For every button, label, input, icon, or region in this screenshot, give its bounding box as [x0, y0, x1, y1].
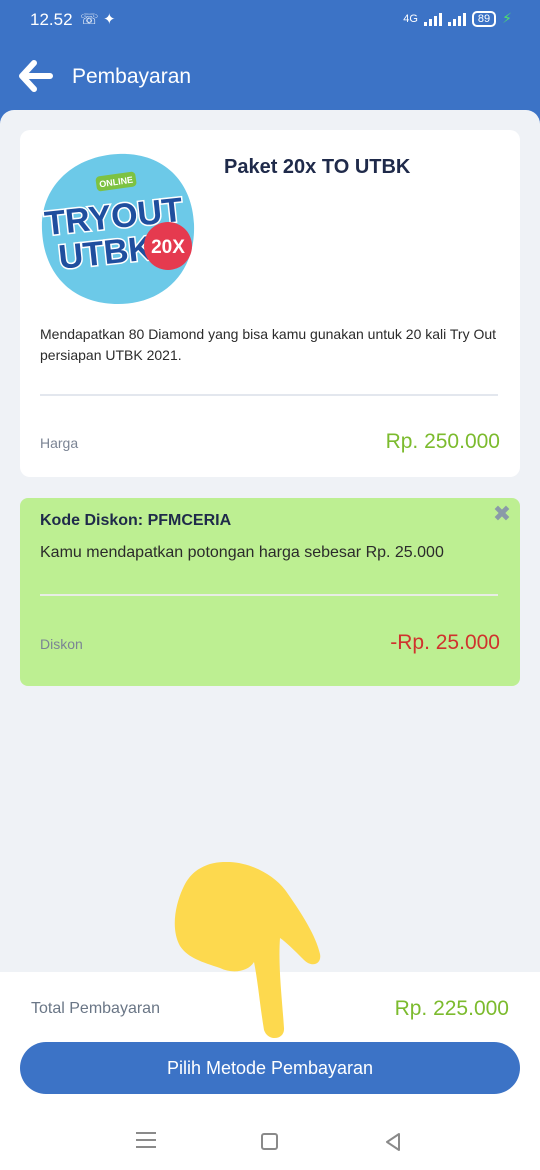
twitter-icon: ✦: [102, 11, 116, 28]
divider: [40, 594, 498, 596]
signal-icon: [423, 12, 442, 26]
app-bar: Pembayaran: [0, 40, 540, 112]
discount-label: Diskon: [40, 636, 83, 652]
close-icon[interactable]: ✖: [490, 502, 514, 526]
home-icon[interactable]: [261, 1133, 278, 1150]
charging-icon: ⚡: [502, 10, 512, 26]
system-nav-bar: [0, 1118, 540, 1170]
total-label: Total Pembayaran: [31, 1000, 160, 1017]
content-area: ONLINE TRYOUT UTBK 20X Paket 20x TO UTBK…: [0, 110, 540, 972]
pointing-hand-icon: [174, 862, 321, 1038]
discount-code-title: Kode Diskon: PFMCERIA: [40, 512, 232, 529]
tryout-logo: ONLINE TRYOUT UTBK 20X: [41, 153, 195, 304]
back-triangle-icon[interactable]: [384, 1132, 402, 1152]
package-title: Paket 20x TO UTBK: [224, 156, 411, 178]
price-value: Rp. 250.000: [385, 430, 500, 453]
product-card: ONLINE TRYOUT UTBK 20X Paket 20x TO UTBK…: [20, 130, 520, 477]
menu-icon[interactable]: [136, 1132, 156, 1150]
total-value: Rp. 225.000: [394, 997, 509, 1020]
choose-payment-method-button[interactable]: Pilih Metode Pembayaran: [20, 1042, 520, 1094]
divider: [40, 394, 498, 396]
signal-icon-2: [447, 12, 466, 26]
status-time: 12.52: [30, 10, 73, 29]
status-right: 4G 89 ⚡: [403, 10, 512, 27]
package-description: Mendapatkan 80 Diamond yang bisa kamu gu…: [40, 326, 497, 363]
notification-icons: ☏ ✦: [80, 10, 116, 28]
price-label: Harga: [40, 435, 79, 451]
whatsapp-icon: ☏: [80, 11, 99, 28]
battery-level: 89: [477, 12, 491, 25]
battery-icon: 89: [471, 10, 497, 27]
discount-card: Kode Diskon: PFMCERIA ✖ Kamu mendapatkan…: [20, 498, 520, 686]
arrow-left-icon[interactable]: [18, 58, 54, 94]
logo-count: 20X: [151, 237, 185, 258]
network-type: 4G: [403, 12, 418, 25]
discount-message: Kamu mendapatkan potongan harga sebesar …: [40, 544, 444, 561]
status-bar: 12.52 ☏ ✦ 4G 89 ⚡: [0, 0, 540, 40]
discount-value: -Rp. 25.000: [390, 631, 500, 654]
page-title: Pembayaran: [72, 65, 192, 88]
